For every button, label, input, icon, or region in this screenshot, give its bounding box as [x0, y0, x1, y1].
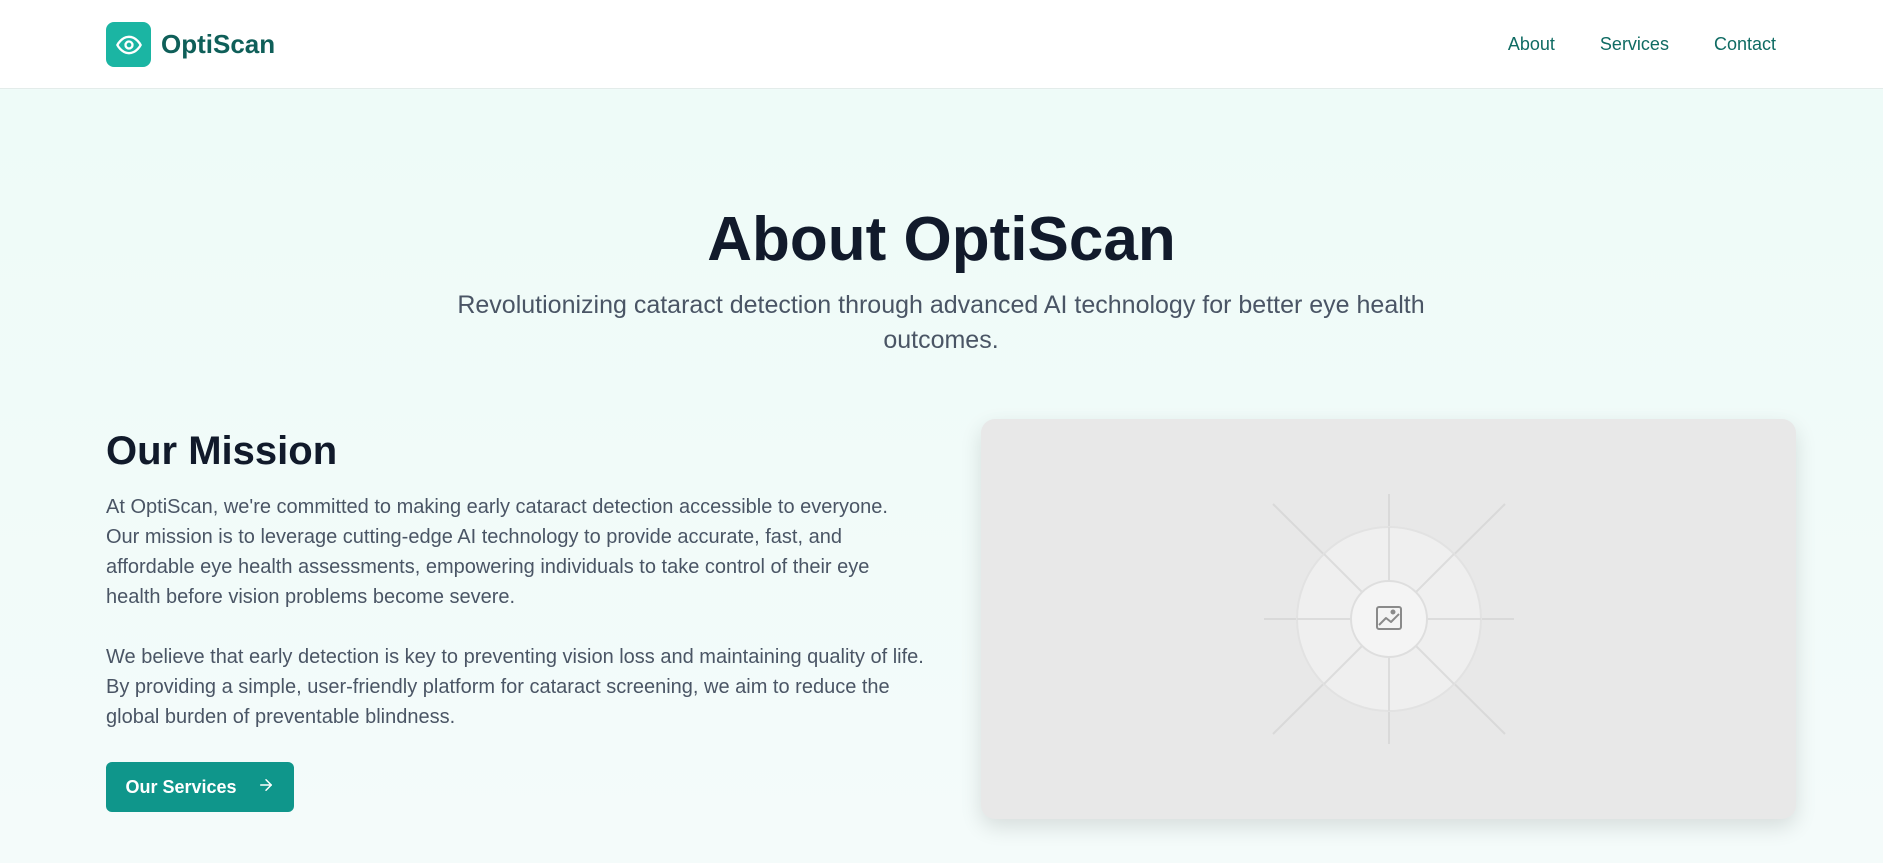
mission-heading: Our Mission	[106, 429, 338, 473]
arrow-right-icon	[257, 776, 275, 799]
main-nav: About Services Contact	[1508, 32, 1776, 56]
mission-paragraph-1: At OptiScan, we're committed to making e…	[106, 496, 888, 608]
page-title: About OptiScan	[707, 205, 1176, 274]
our-services-button-label: Our Services	[125, 776, 237, 797]
nav-link-services[interactable]: Services	[1600, 32, 1669, 56]
image-placeholder	[981, 419, 1796, 819]
page-subtitle: Revolutionizing cataract detection throu…	[457, 291, 1425, 354]
mission-paragraph-2: We believe that early detection is key t…	[106, 646, 924, 728]
nav-link-contact[interactable]: Contact	[1714, 32, 1776, 56]
our-services-button[interactable]: Our Services	[106, 762, 294, 812]
nav-link-about[interactable]: About	[1508, 32, 1555, 56]
brand-name: OptiScan	[161, 29, 276, 59]
about-section: About OptiScan Revolutionizing cataract …	[0, 90, 1883, 863]
eye-icon	[106, 22, 151, 67]
brand-logo-link[interactable]: OptiScan	[106, 22, 275, 67]
image-placeholder-graphic	[1264, 494, 1514, 744]
site-header: OptiScan About Services Contact	[0, 0, 1883, 89]
